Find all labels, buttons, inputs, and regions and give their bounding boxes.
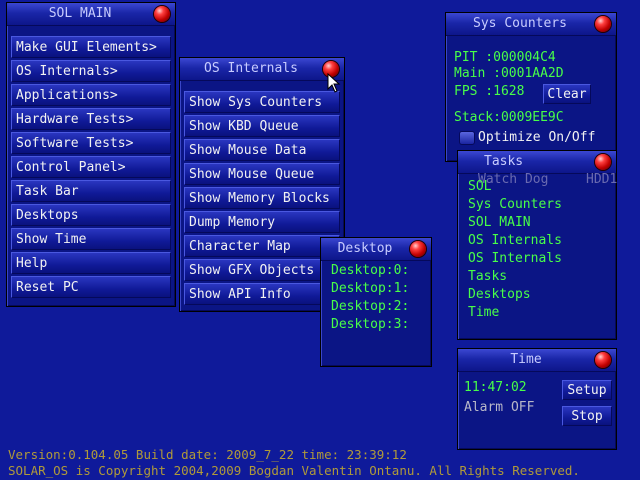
alarm-status: Alarm OFF	[464, 400, 535, 415]
time-window: Time 11:47:02 Alarm OFF Setup Stop	[457, 348, 617, 450]
sys-counters-title: Sys Counters	[473, 16, 567, 31]
fps-counter: FPS :1628	[454, 84, 525, 99]
sol-main-menu-item-7[interactable]: Desktops	[11, 204, 171, 226]
sol-main-menu-item-5[interactable]: Control Panel>	[11, 156, 171, 178]
sol-main-menu-item-1[interactable]: OS Internals>	[11, 60, 171, 82]
desktop-title: Desktop	[337, 241, 393, 256]
close-ball-icon[interactable]	[595, 154, 611, 170]
os-internals-menu-item-8[interactable]: Show API Info	[184, 283, 340, 305]
sol-main-menu-item-2[interactable]: Applications>	[11, 84, 171, 106]
time-title: Time	[510, 352, 542, 367]
os-internals-menu-item-3[interactable]: Show Mouse Queue	[184, 163, 340, 185]
os-internals-menu-item-0[interactable]: Show Sys Counters	[184, 91, 340, 113]
tasks-title: Tasks	[484, 154, 524, 169]
main-counter: Main :0001AA2D	[454, 66, 564, 81]
task-list-item-1[interactable]: Sys Counters	[468, 197, 562, 212]
os-internals-menu-item-6[interactable]: Character Map	[184, 235, 340, 257]
setup-button[interactable]: Setup	[562, 380, 612, 400]
sys-counters-titlebar[interactable]: Sys Counters	[446, 13, 616, 36]
os-internals-menu-item-1[interactable]: Show KBD Queue	[184, 115, 340, 137]
desktop-window: Desktop Desktop:0: Desktop:1: Desktop:2: De…	[320, 237, 432, 367]
close-ball-icon[interactable]	[154, 6, 170, 22]
sol-main-menu-item-3[interactable]: Hardware Tests>	[11, 108, 171, 130]
tasks-titlebar[interactable]: Tasks	[458, 151, 616, 174]
os-internals-menu-item-5[interactable]: Dump Memory	[184, 211, 340, 233]
os-internals-menu-item-7[interactable]: Show GFX Objects	[184, 259, 340, 281]
optimize-label: Optimize On/Off	[478, 130, 596, 145]
tasks-window: Tasks Watch Dog HDD1 SOL Sys Counters SOL …	[457, 150, 617, 340]
sol-main-menu-item-8[interactable]: Show Time	[11, 228, 171, 250]
close-ball-icon[interactable]	[595, 352, 611, 368]
sol-main-menu-item-6[interactable]: Task Bar	[11, 180, 171, 202]
stop-button[interactable]: Stop	[562, 406, 612, 426]
version-line: Version:0.104.05 Build date: 2009_7_22 t…	[8, 447, 407, 462]
desktop-list-item-1[interactable]: Desktop:1:	[331, 281, 409, 296]
sol-main-window: SOL MAIN Make GUI Elements> OS Internals>…	[6, 2, 176, 307]
sol-main-menu-item-4[interactable]: Software Tests>	[11, 132, 171, 154]
stack-counter: Stack:0009EE9C	[454, 110, 564, 125]
close-ball-icon[interactable]	[410, 241, 426, 257]
task-list-item-6[interactable]: Desktops	[468, 287, 531, 302]
os-internals-menu-item-2[interactable]: Show Mouse Data	[184, 139, 340, 161]
task-list-item-0[interactable]: SOL	[468, 179, 491, 194]
clock-display: 11:47:02	[464, 380, 527, 395]
desktop-list-item-3[interactable]: Desktop:3:	[331, 317, 409, 332]
task-list-item-2[interactable]: SOL MAIN	[468, 215, 531, 230]
os-internals-titlebar[interactable]: OS Internals	[180, 58, 344, 81]
desktop-list-item-2[interactable]: Desktop:2:	[331, 299, 409, 314]
os-internals-menu-item-4[interactable]: Show Memory Blocks	[184, 187, 340, 209]
mouse-cursor-icon	[327, 73, 341, 93]
desktop-titlebar[interactable]: Desktop	[321, 238, 431, 261]
task-list-item-4[interactable]: OS Internals	[468, 251, 562, 266]
hdd-label: HDD1	[586, 172, 618, 187]
copyright-line: SOLAR_OS is Copyright 2004,2009 Bogdan V…	[8, 463, 580, 478]
task-list-item-3[interactable]: OS Internals	[468, 233, 562, 248]
sol-main-menu-item-10[interactable]: Reset PC	[11, 276, 171, 298]
task-list-item-7[interactable]: Time	[468, 305, 499, 320]
pit-counter: PIT :000004C4	[454, 50, 556, 65]
clear-button[interactable]: Clear	[543, 84, 591, 104]
os-internals-title: OS Internals	[204, 61, 298, 76]
sys-counters-window: Sys Counters PIT :000004C4 Main :0001AA2…	[445, 12, 617, 162]
time-titlebar[interactable]: Time	[458, 349, 616, 372]
sol-main-title: SOL MAIN	[48, 6, 112, 21]
sol-main-titlebar[interactable]: SOL MAIN	[7, 3, 175, 26]
task-list-item-5[interactable]: Tasks	[468, 269, 507, 284]
sol-main-menu-item-0[interactable]: Make GUI Elements>	[11, 36, 171, 58]
close-ball-icon[interactable]	[595, 16, 611, 32]
sol-main-menu-item-9[interactable]: Help	[11, 252, 171, 274]
desktop-list-item-0[interactable]: Desktop:0:	[331, 263, 409, 278]
optimize-checkbox[interactable]	[459, 131, 475, 145]
